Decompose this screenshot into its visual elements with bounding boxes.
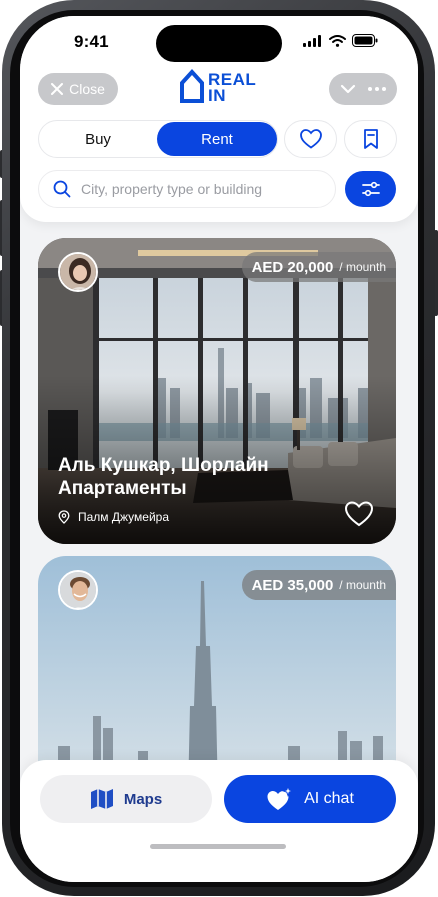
more-dots-icon: [368, 87, 386, 91]
price-tag: AED 35,000 / mounth: [241, 570, 396, 600]
cellular-signal-icon: [303, 34, 321, 47]
battery-icon: [352, 34, 378, 47]
maps-button[interactable]: Maps: [40, 775, 212, 823]
agent-avatar[interactable]: [58, 252, 98, 292]
location-label: Палм Джумейра: [78, 510, 170, 524]
listing-card[interactable]: AED 20,000 / mounth Аль Кушкар, Шорлайн …: [38, 238, 396, 544]
search-icon: [53, 180, 71, 198]
app-header: 9:41 Close REAL IN Buy Rent City, proper…: [20, 16, 418, 222]
close-button[interactable]: Close: [38, 73, 118, 105]
logo-text-line2: IN: [208, 86, 226, 105]
app-logo: REAL IN: [179, 68, 256, 104]
phone-mockup: AED 20,000 / mounth Аль Кушкар, Шорлайн …: [0, 0, 438, 897]
search-input[interactable]: [79, 180, 319, 198]
app-screen: AED 20,000 / mounth Аль Кушкар, Шорлайн …: [20, 16, 418, 882]
search-field[interactable]: [38, 170, 336, 208]
listing-location: Палм Джумейра: [58, 510, 169, 524]
filter-sliders-icon: [361, 181, 380, 197]
house-logo-icon: [180, 69, 204, 103]
favorites-button[interactable]: [284, 120, 337, 158]
listing-title: Аль Кушкар, Шорлайн Апартаменты: [58, 455, 269, 499]
bookmark-icon: [363, 129, 378, 149]
close-label: Close: [69, 81, 105, 97]
filter-button[interactable]: [345, 171, 396, 207]
saved-button[interactable]: [344, 120, 397, 158]
tab-buy[interactable]: Buy: [39, 122, 157, 156]
ai-chat-button[interactable]: AI chat: [224, 775, 396, 823]
maps-label: Maps: [123, 790, 163, 808]
agent-avatar[interactable]: [58, 570, 98, 610]
ai-sparkle-heart-icon: [267, 786, 295, 810]
chevron-down-icon: [340, 84, 356, 94]
price-value: AED 20,000: [251, 258, 334, 276]
map-icon: [90, 789, 113, 809]
price-period: / mounth: [339, 578, 386, 592]
ai-chat-label: AI chat: [304, 790, 354, 807]
location-pin-icon: [58, 510, 70, 524]
wifi-icon: [329, 34, 346, 47]
close-icon: [51, 83, 64, 95]
price-period: / mounth: [339, 260, 386, 274]
price-value: AED 35,000: [251, 576, 334, 594]
price-tag: AED 20,000 / mounth: [241, 252, 396, 282]
home-indicator[interactable]: [150, 844, 286, 849]
menu-button[interactable]: [329, 73, 397, 105]
heart-icon: [344, 501, 374, 527]
heart-icon: [299, 129, 322, 149]
tab-rent[interactable]: Rent: [157, 122, 277, 156]
bottom-action-bar: Maps AI chat: [20, 760, 418, 882]
favorite-button[interactable]: [338, 493, 380, 535]
dynamic-island: [156, 25, 282, 62]
buy-rent-toggle: Buy Rent: [38, 120, 278, 158]
status-icons: [303, 34, 378, 47]
status-time: 9:41: [74, 32, 109, 51]
